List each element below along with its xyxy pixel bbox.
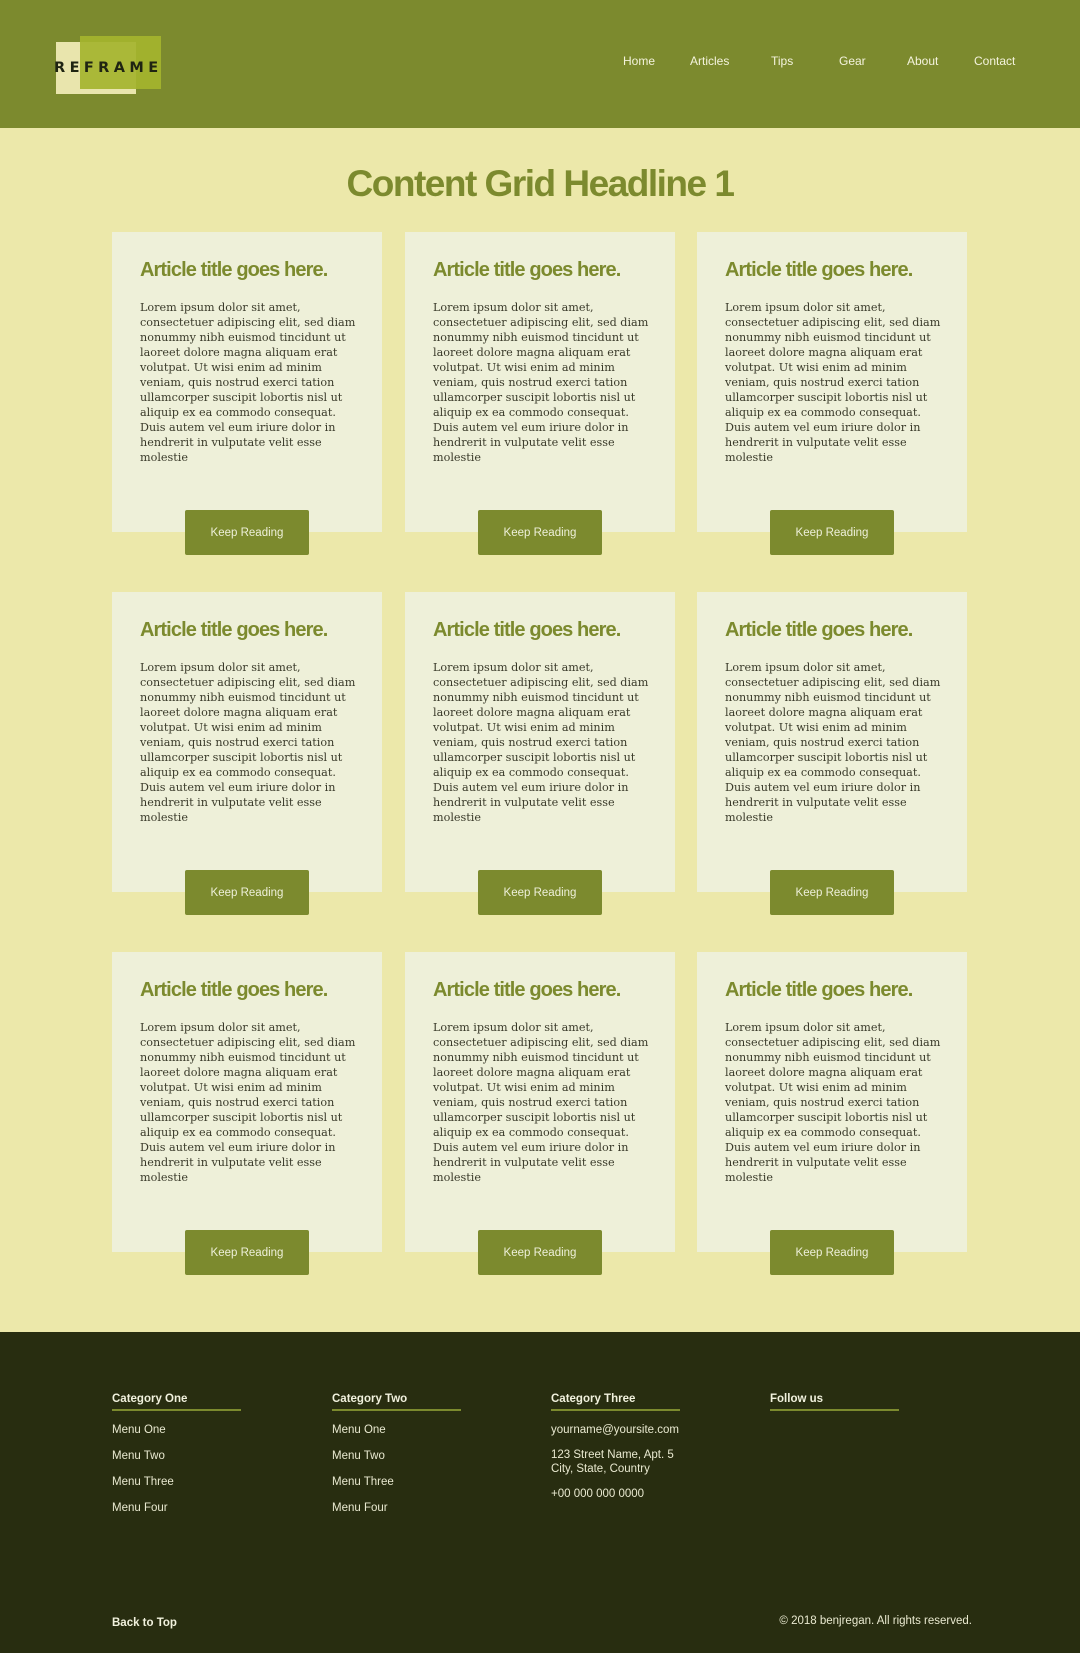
article-title: Article title goes here. — [433, 259, 621, 281]
nav-articles[interactable]: Articles — [690, 54, 729, 68]
article-excerpt: Lorem ipsum dolor sit amet, consectetuer… — [433, 1021, 649, 1184]
contact-phone[interactable]: +00 000 000 0000 — [551, 1487, 644, 1501]
footer-link[interactable]: Menu Four — [112, 1501, 168, 1515]
footer-column-social: Follow us — [770, 1393, 899, 1411]
article-card: Article title goes here. Lorem ipsum dol… — [112, 232, 382, 532]
footer-heading: Follow us — [770, 1393, 899, 1411]
footer-heading: Category Three — [551, 1393, 680, 1411]
back-to-top-link[interactable]: Back to Top — [112, 1617, 177, 1629]
footer-link[interactable]: Menu One — [112, 1423, 166, 1437]
nav-tips[interactable]: Tips — [771, 54, 793, 68]
article-card: Article title goes here. Lorem ipsum dol… — [112, 952, 382, 1252]
article-card: Article title goes here. Lorem ipsum dol… — [697, 592, 967, 892]
nav-contact[interactable]: Contact — [974, 54, 1015, 68]
footer-heading: Category One — [112, 1393, 241, 1411]
article-excerpt: Lorem ipsum dolor sit amet, consectetuer… — [433, 301, 649, 464]
article-title: Article title goes here. — [433, 979, 621, 1001]
article-title: Article title goes here. — [140, 979, 328, 1001]
contact-address-line1: 123 Street Name, Apt. 5 — [551, 1449, 674, 1461]
copyright: © 2018 benjregan. All rights reserved. — [779, 1615, 972, 1627]
footer-link[interactable]: Menu Three — [332, 1475, 394, 1489]
keep-reading-button[interactable]: Keep Reading — [478, 510, 602, 555]
article-title: Article title goes here. — [725, 979, 913, 1001]
article-card: Article title goes here. Lorem ipsum dol… — [112, 592, 382, 892]
article-excerpt: Lorem ipsum dolor sit amet, consectetuer… — [140, 1021, 356, 1184]
footer-link[interactable]: Menu Two — [332, 1449, 385, 1463]
keep-reading-button[interactable]: Keep Reading — [770, 510, 894, 555]
main-nav: Home Articles Tips Gear About Contact — [0, 54, 1080, 70]
page-headline: Content Grid Headline 1 — [346, 163, 735, 204]
footer-heading: Category Two — [332, 1393, 461, 1411]
nav-gear[interactable]: Gear — [839, 54, 866, 68]
footer-column-three: Category Three yourname@yoursite.com 123… — [551, 1393, 680, 1500]
article-excerpt: Lorem ipsum dolor sit amet, consectetuer… — [725, 661, 941, 824]
nav-home[interactable]: Home — [623, 54, 655, 68]
article-title: Article title goes here. — [140, 259, 328, 281]
footer-column-two: Category Two Menu One Menu Two Menu Thre… — [332, 1393, 461, 1514]
article-excerpt: Lorem ipsum dolor sit amet, consectetuer… — [140, 661, 356, 824]
article-excerpt: Lorem ipsum dolor sit amet, consectetuer… — [433, 661, 649, 824]
site-footer: Category One Menu One Menu Two Menu Thre… — [0, 1332, 1080, 1653]
article-title: Article title goes here. — [433, 619, 621, 641]
nav-about[interactable]: About — [907, 54, 938, 68]
contact-address-line2: City, State, Country — [551, 1463, 650, 1475]
article-title: Article title goes here. — [140, 619, 328, 641]
site-header: REFRAME Home Articles Tips Gear About Co… — [0, 0, 1080, 128]
article-card: Article title goes here. Lorem ipsum dol… — [697, 952, 967, 1252]
footer-link[interactable]: Menu Two — [112, 1449, 165, 1463]
article-card: Article title goes here. Lorem ipsum dol… — [405, 952, 675, 1252]
contact-email[interactable]: yourname@yoursite.com — [551, 1423, 679, 1437]
footer-link[interactable]: Menu Three — [112, 1475, 174, 1489]
footer-column-one: Category One Menu One Menu Two Menu Thre… — [112, 1393, 241, 1514]
article-excerpt: Lorem ipsum dolor sit amet, consectetuer… — [725, 301, 941, 464]
footer-link[interactable]: Menu One — [332, 1423, 386, 1437]
footer-link[interactable]: Menu Four — [332, 1501, 388, 1515]
article-card: Article title goes here. Lorem ipsum dol… — [405, 232, 675, 532]
keep-reading-button[interactable]: Keep Reading — [185, 510, 309, 555]
keep-reading-button[interactable]: Keep Reading — [185, 1230, 309, 1275]
article-card: Article title goes here. Lorem ipsum dol… — [405, 592, 675, 892]
keep-reading-button[interactable]: Keep Reading — [770, 1230, 894, 1275]
keep-reading-button[interactable]: Keep Reading — [770, 870, 894, 915]
article-excerpt: Lorem ipsum dolor sit amet, consectetuer… — [725, 1021, 941, 1184]
keep-reading-button[interactable]: Keep Reading — [185, 870, 309, 915]
article-card: Article title goes here. Lorem ipsum dol… — [697, 232, 967, 532]
keep-reading-button[interactable]: Keep Reading — [478, 870, 602, 915]
article-title: Article title goes here. — [725, 619, 913, 641]
article-excerpt: Lorem ipsum dolor sit amet, consectetuer… — [140, 301, 356, 464]
keep-reading-button[interactable]: Keep Reading — [478, 1230, 602, 1275]
article-title: Article title goes here. — [725, 259, 913, 281]
